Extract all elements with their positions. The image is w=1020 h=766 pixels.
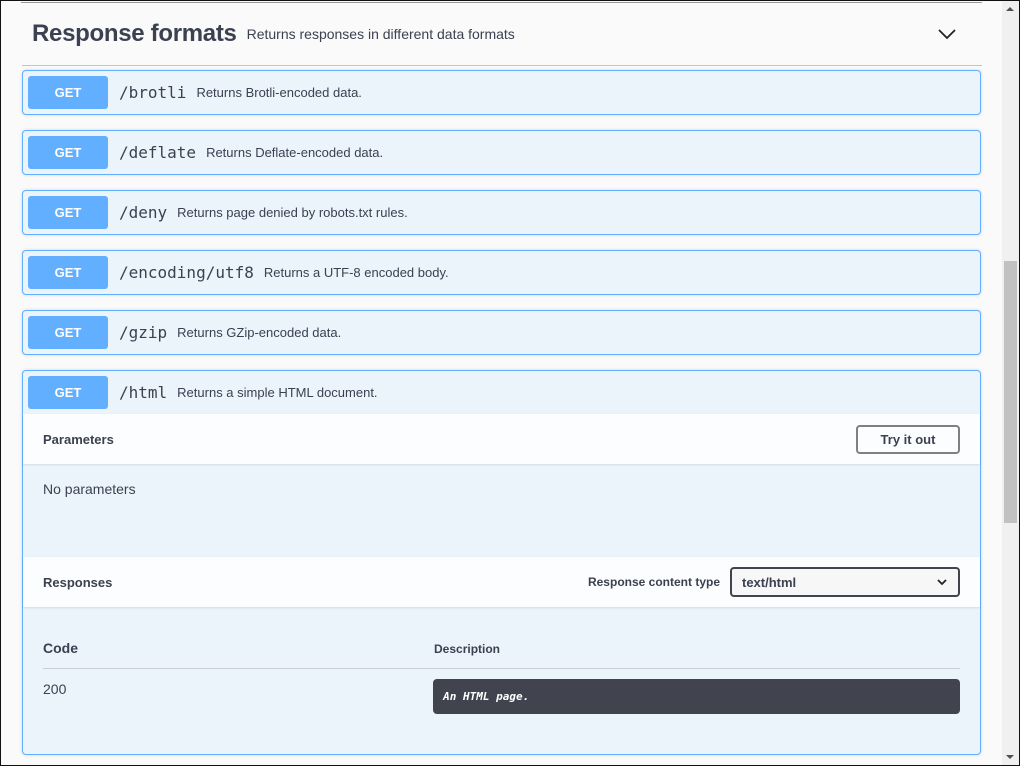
method-badge: GET bbox=[28, 76, 108, 109]
no-parameters-text: No parameters bbox=[43, 481, 136, 497]
method-badge: GET bbox=[28, 196, 108, 229]
parameters-body: No parameters bbox=[23, 464, 980, 557]
responses-header: Responses Response content type text/htm… bbox=[23, 557, 980, 607]
scroll-down-arrow-icon[interactable] bbox=[1006, 755, 1014, 759]
chevron-down-icon[interactable] bbox=[937, 27, 957, 41]
operation-summary[interactable]: GET /encoding/utf8 Returns a UTF-8 encod… bbox=[23, 251, 980, 294]
try-it-out-button[interactable]: Try it out bbox=[856, 424, 960, 454]
parameters-header: Parameters Try it out bbox=[23, 414, 980, 464]
operation-path: /brotli bbox=[119, 83, 187, 102]
column-header-code: Code bbox=[43, 640, 78, 656]
response-content-type-label: Response content type bbox=[587, 575, 720, 589]
operation-summary[interactable]: GET /gzip Returns GZip-encoded data. bbox=[23, 311, 980, 354]
scrollbar-thumb[interactable] bbox=[1004, 261, 1017, 523]
operation-encoding-utf8: GET /encoding/utf8 Returns a UTF-8 encod… bbox=[22, 250, 981, 295]
tag-header-response-formats[interactable]: Response formats Returns responses in di… bbox=[22, 3, 982, 66]
operation-description: Returns Brotli-encoded data. bbox=[196, 85, 362, 100]
operation-summary[interactable]: GET /deny Returns page denied by robots.… bbox=[23, 191, 980, 234]
operation-brotli: GET /brotli Returns Brotli-encoded data. bbox=[22, 70, 981, 115]
operation-path: /html bbox=[119, 383, 168, 402]
swagger-content: Response formats Returns responses in di… bbox=[1, 1, 1001, 765]
method-badge: GET bbox=[28, 136, 108, 169]
operation-path: /deflate bbox=[119, 143, 197, 162]
method-badge: GET bbox=[28, 316, 108, 349]
operation-description: Returns GZip-encoded data. bbox=[177, 325, 342, 340]
select-value: text/html bbox=[742, 574, 797, 590]
operation-path: /deny bbox=[119, 203, 168, 222]
operation-gzip: GET /gzip Returns GZip-encoded data. bbox=[22, 310, 981, 355]
method-badge: GET bbox=[28, 376, 108, 409]
responses-table-header: Code Description bbox=[43, 607, 960, 669]
method-badge: GET bbox=[28, 256, 108, 289]
operation-summary[interactable]: GET /html Returns a simple HTML document… bbox=[23, 371, 980, 414]
operation-deny: GET /deny Returns page denied by robots.… bbox=[22, 190, 981, 235]
operation-summary[interactable]: GET /deflate Returns Deflate-encoded dat… bbox=[23, 131, 980, 174]
response-content-type-select[interactable]: text/html bbox=[730, 567, 960, 597]
responses-table: Code Description 200 An HTML page. bbox=[23, 607, 980, 752]
tag-description: Returns responses in different data form… bbox=[246, 26, 515, 42]
table-row: 200 An HTML page. bbox=[43, 669, 960, 714]
vertical-scrollbar[interactable] bbox=[1002, 1, 1019, 765]
operation-description: Returns page denied by robots.txt rules. bbox=[177, 205, 408, 220]
tag-title: Response formats bbox=[32, 20, 237, 47]
scroll-up-arrow-icon[interactable] bbox=[1006, 7, 1014, 11]
response-description: An HTML page. bbox=[433, 679, 960, 714]
operation-path: /encoding/utf8 bbox=[119, 263, 254, 282]
response-content-type: Response content type text/html bbox=[588, 567, 960, 597]
operation-summary[interactable]: GET /brotli Returns Brotli-encoded data. bbox=[23, 71, 980, 114]
responses-title: Responses bbox=[43, 574, 113, 590]
operation-html-expanded: GET /html Returns a simple HTML document… bbox=[22, 370, 981, 755]
operation-deflate: GET /deflate Returns Deflate-encoded dat… bbox=[22, 130, 981, 175]
operation-description: Returns a simple HTML document. bbox=[177, 385, 378, 400]
column-header-description: Description bbox=[434, 642, 501, 656]
parameters-title: Parameters bbox=[43, 431, 114, 447]
operation-description: Returns Deflate-encoded data. bbox=[206, 145, 384, 160]
chevron-down-icon bbox=[937, 579, 947, 586]
operation-path: /gzip bbox=[119, 323, 168, 342]
operation-description: Returns a UTF-8 encoded body. bbox=[263, 265, 449, 280]
response-code: 200 bbox=[43, 681, 67, 697]
